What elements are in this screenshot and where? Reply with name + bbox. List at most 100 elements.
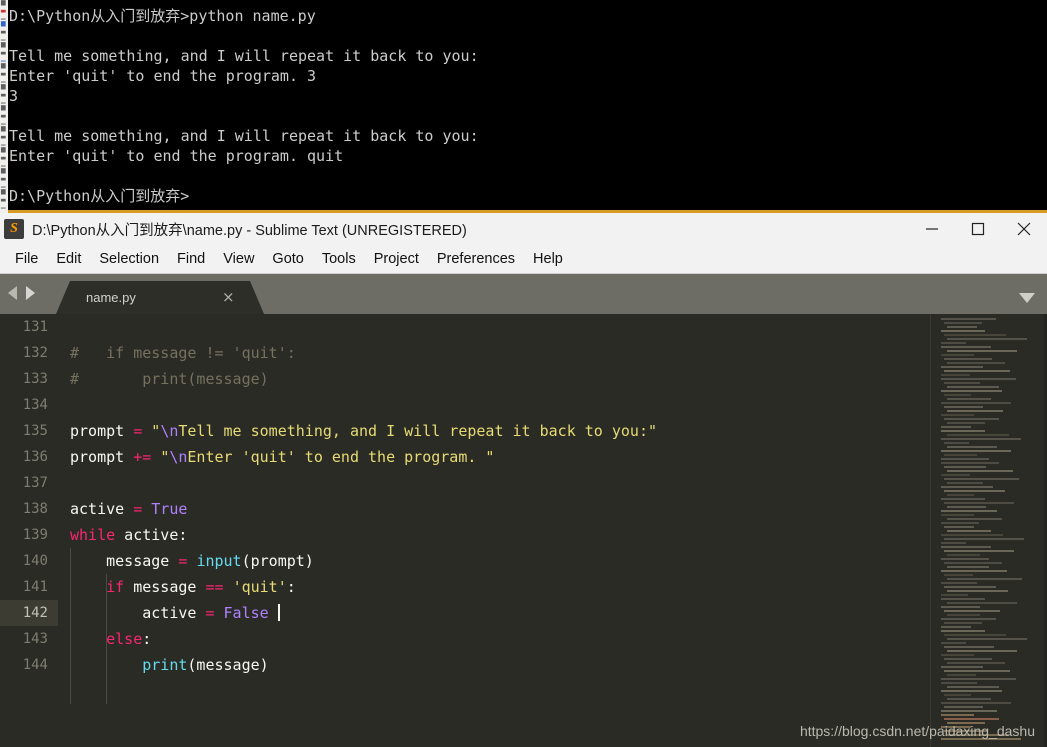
code-text[interactable]: active = True (58, 500, 187, 518)
minimap-line (947, 602, 1017, 604)
minimap[interactable] (930, 314, 1047, 747)
menu-item-preferences[interactable]: Preferences (428, 249, 524, 269)
code-token: # print(message) (70, 370, 269, 388)
menu-item-help[interactable]: Help (524, 249, 572, 269)
code-line[interactable]: 137 (0, 470, 930, 496)
menu-item-selection[interactable]: Selection (90, 249, 168, 269)
minimap-line (941, 598, 985, 600)
line-number: 144 (22, 657, 48, 673)
sublime-logo-icon: S (4, 219, 24, 239)
menu-item-goto[interactable]: Goto (263, 249, 312, 269)
code-text[interactable]: else: (58, 630, 151, 648)
menu-item-file[interactable]: File (6, 249, 47, 269)
code-line[interactable]: 143 else: (0, 626, 930, 652)
line-number: 135 (22, 423, 48, 439)
code-text[interactable]: print(message) (58, 656, 268, 674)
arrow-left-icon[interactable] (8, 286, 17, 300)
code-token: = (205, 604, 215, 622)
menu-item-edit[interactable]: Edit (47, 249, 90, 269)
minimap-line (941, 594, 968, 596)
code-text[interactable]: active = False (58, 604, 280, 622)
line-number: 134 (22, 397, 48, 413)
tab-label: name.py (86, 290, 136, 305)
minimap-line (941, 630, 985, 632)
code-token: # if message != 'quit': (70, 344, 296, 362)
code-text[interactable]: # print(message) (58, 370, 269, 388)
code-text[interactable]: prompt += "\nEnter 'quit' to end the pro… (58, 448, 494, 466)
code-token: False (223, 604, 269, 622)
code-line[interactable]: 144 print(message) (0, 652, 930, 678)
text-caret (277, 604, 280, 621)
minimap-line (941, 682, 977, 684)
line-number: 141 (22, 579, 48, 595)
code-line[interactable]: 134 (0, 392, 930, 418)
code-token: else (106, 630, 143, 648)
console-line: Enter 'quit' to end the program. 3 (9, 67, 317, 85)
title-bar: S D:\Python从入门到放弃\name.py - Sublime Text… (0, 213, 1047, 245)
tab-close-icon[interactable]: × (222, 290, 235, 305)
code-token: " (160, 448, 170, 466)
minimap-line (944, 418, 999, 420)
code-line[interactable]: 140 message = input(prompt) (0, 548, 930, 574)
code-line[interactable]: 139 while active: (0, 522, 930, 548)
minimap-line (941, 346, 991, 348)
code-token: : (286, 578, 296, 596)
minimap-line (944, 658, 992, 660)
minimap-line (944, 574, 973, 576)
code-text[interactable]: while active: (58, 526, 187, 544)
minimap-line (941, 366, 983, 368)
code-lines[interactable]: 131 132 # if message != 'quit': 133 # print(… (0, 314, 930, 747)
line-number: 132 (22, 345, 48, 361)
code-text[interactable]: # if message != 'quit': (58, 344, 296, 362)
minimap-line (947, 326, 977, 328)
menu-item-tools[interactable]: Tools (313, 249, 365, 269)
minimap-line (947, 398, 991, 400)
code-line[interactable]: 131 (0, 314, 930, 340)
minimap-line (944, 538, 1024, 540)
line-number: 138 (22, 501, 48, 517)
code-line[interactable]: 132 # if message != 'quit': (0, 340, 930, 366)
code-line[interactable]: 133 # print(message) (0, 366, 930, 392)
console-line: Tell me something, and I will repeat it … (9, 127, 479, 145)
minimap-line (944, 358, 992, 360)
minimap-line (941, 378, 1016, 380)
minimap-line (947, 494, 974, 496)
code-line[interactable]: 141 if message == 'quit': (0, 574, 930, 600)
command-prompt-window[interactable]: D:\Python从入门到放弃>python name.py Tell me so… (8, 0, 1047, 210)
code-editor[interactable]: 131 132 # if message != 'quit': 133 # print(… (0, 314, 1047, 747)
code-text[interactable]: if message == 'quit': (58, 578, 296, 596)
minimap-line (947, 362, 1005, 364)
minimap-line (941, 626, 971, 628)
code-token: == (205, 578, 224, 596)
code-line[interactable]: 142 active = False (0, 600, 930, 626)
minimize-icon[interactable] (909, 213, 955, 245)
close-icon[interactable] (1001, 213, 1047, 245)
arrow-right-icon[interactable] (26, 286, 35, 300)
minimap-line (941, 402, 1011, 404)
minimap-line (941, 474, 970, 476)
minimap-line (947, 518, 1002, 520)
minimap-line (947, 386, 999, 388)
minimap-line (941, 390, 1002, 392)
window-title: D:\Python从入门到放弃\name.py - Sublime Text (… (32, 222, 467, 239)
code-line[interactable]: 138 active = True (0, 496, 930, 522)
menu-item-project[interactable]: Project (365, 249, 428, 269)
code-line[interactable]: 136 prompt += "\nEnter 'quit' to end the … (0, 444, 930, 470)
code-token: \n (160, 422, 179, 440)
minimap-line (941, 342, 966, 344)
code-token: Enter 'quit' to end the program. " (187, 448, 495, 466)
chevron-down-icon[interactable] (1019, 293, 1035, 303)
code-text[interactable]: prompt = "\nTell me something, and I wil… (58, 422, 657, 440)
code-token: Tell me something, and I will repeat it … (178, 422, 658, 440)
menu-item-find[interactable]: Find (168, 249, 214, 269)
maximize-icon[interactable] (955, 213, 1001, 245)
menu-item-view[interactable]: View (214, 249, 263, 269)
code-text[interactable]: message = input(prompt) (58, 552, 314, 570)
line-number: 139 (22, 527, 48, 543)
code-line[interactable]: 135 prompt = "\nTell me something, and I … (0, 418, 930, 444)
